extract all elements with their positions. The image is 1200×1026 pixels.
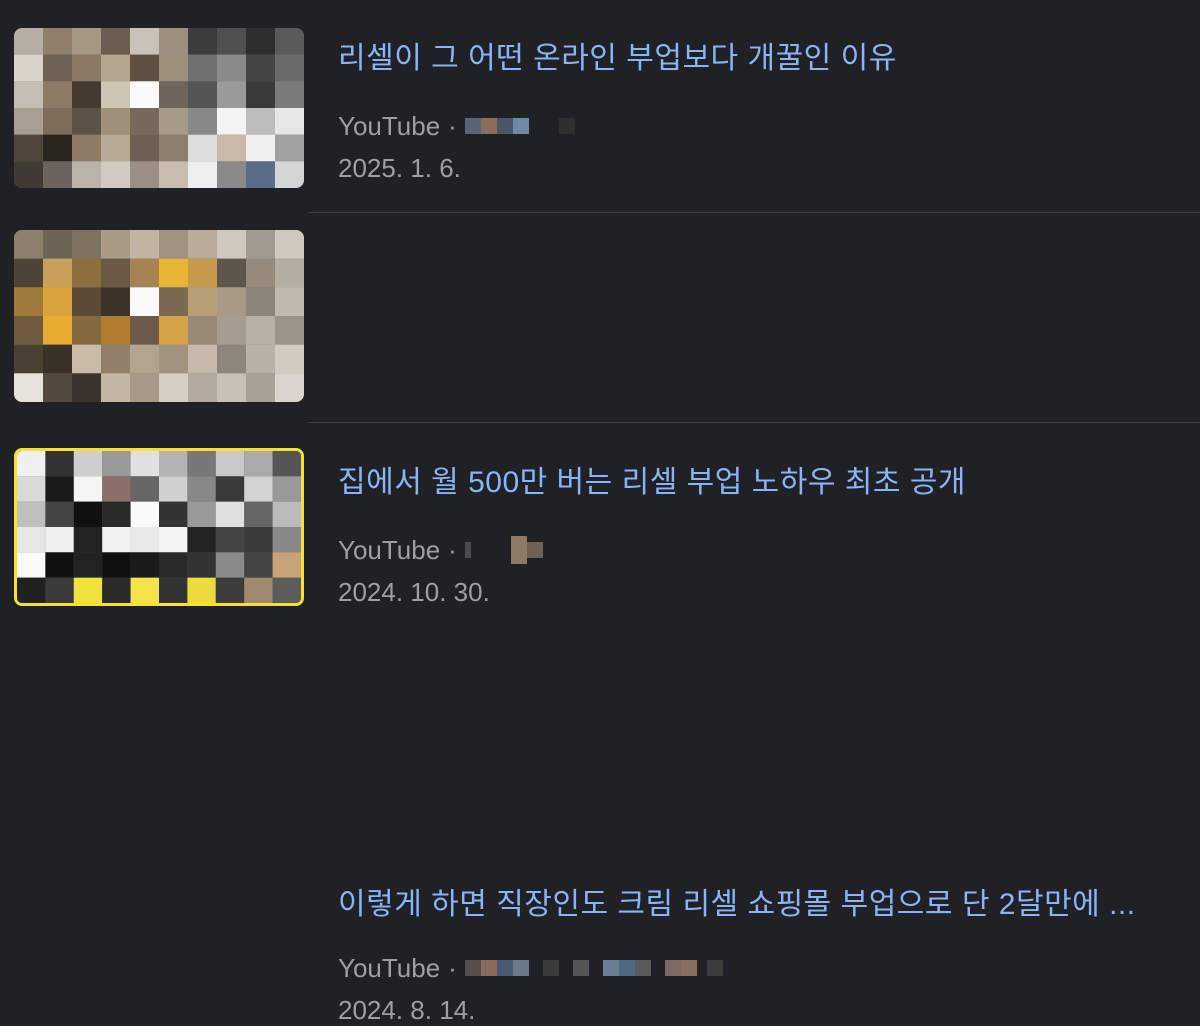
video-result-item[interactable]: 리셀이 그 어떤 온라인 부업보다 개꿀인 이유 YouTube · 2025.… [0, 0, 1200, 208]
pixelated-thumbnail-image [14, 230, 304, 402]
source-name: YouTube [338, 952, 441, 983]
video-thumbnail[interactable] [14, 230, 304, 402]
video-title-link[interactable]: 리셀이 그 어떤 온라인 부업보다 개꿀인 이유 [338, 33, 897, 77]
result-divider [308, 212, 1200, 213]
pixelated-thumbnail-image [17, 451, 301, 603]
separator-dot: · [448, 952, 457, 983]
redacted-channel-name [464, 951, 723, 985]
video-results-list: 리셀이 그 어떤 온라인 부업보다 개꿀인 이유 YouTube · 2025.… [0, 0, 1200, 1025]
video-thumbnail[interactable] [14, 448, 304, 606]
upload-date: 2024. 8. 14. [338, 995, 476, 1025]
redacted-channel-name [464, 109, 575, 143]
video-source-line: YouTube · [338, 109, 575, 143]
pixelated-thumbnail-image [14, 28, 304, 188]
source-name: YouTube [338, 110, 441, 141]
video-source-line: YouTube · [338, 951, 723, 985]
video-thumbnail[interactable] [14, 28, 304, 188]
video-result-item[interactable]: 집에서 월 500만 버는 리셀 부업 노하우 최초 공개 YouTube · … [0, 214, 1200, 607]
video-title-link[interactable]: 이렇게 하면 직장인도 크림 리셀 쇼핑몰 부업으로 단 2달만에 ... [338, 879, 1136, 923]
video-result-item[interactable]: 이렇게 하면 직장인도 크림 리셀 쇼핑몰 부업으로 단 2달만에 ... Yo… [0, 424, 1200, 1025]
separator-dot: · [448, 110, 457, 141]
result-divider [308, 422, 1200, 423]
upload-date: 2025. 1. 6. [338, 153, 461, 183]
